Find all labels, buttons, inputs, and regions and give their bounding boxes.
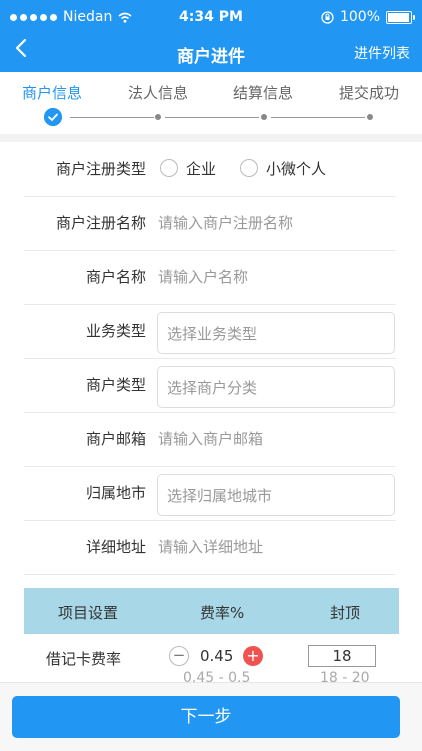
reg-name-row: 商户注册名称 请输入商户注册名称 <box>24 196 396 251</box>
address-label: 详细地址 <box>85 538 146 556</box>
rate-range: 0.45 - 0.5 <box>183 670 251 682</box>
battery-icon <box>386 10 415 24</box>
merchant-name-label: 商户名称 <box>85 268 146 286</box>
progress-dot <box>261 114 267 120</box>
address-row: 详细地址 请输入详细地址 <box>24 520 396 575</box>
radio-enterprise[interactable] <box>160 159 178 177</box>
business-type-label: 业务类型 <box>85 322 146 340</box>
email-label: 商户邮箱 <box>85 430 146 448</box>
footer-bar: 下一步 <box>0 682 422 751</box>
status-bar: Niedan 4:34 PM 100% <box>0 0 422 34</box>
city-select[interactable]: 选择归属地城市 <box>157 474 395 516</box>
navigation-bar: 商户进件 进件列表 <box>0 34 422 72</box>
tab-submit-success[interactable]: 提交成功 <box>339 82 399 103</box>
reg-type-row: 商户注册类型 企业 小微个人 <box>24 142 396 197</box>
table-row: 借记卡费率 − 0.45 + 0.45 - 0.5 18 18 - 20 <box>24 634 399 682</box>
reg-type-label: 商户注册类型 <box>55 160 146 178</box>
rotation-lock-icon <box>321 10 334 24</box>
next-step-button[interactable]: 下一步 <box>12 696 400 738</box>
progress-line <box>165 117 259 118</box>
cap-input[interactable]: 18 <box>308 645 376 667</box>
submission-list-link[interactable]: 进件列表 <box>354 43 410 63</box>
rate-table-header: 项目设置 费率% 封顶 <box>24 588 399 634</box>
merchant-type-placeholder: 选择商户分类 <box>167 379 258 397</box>
radio-micro-individual[interactable] <box>240 159 258 177</box>
reg-name-label: 商户注册名称 <box>55 214 146 232</box>
city-row: 归属地市 选择归属地城市 <box>24 466 396 521</box>
merchant-type-select[interactable]: 选择商户分类 <box>157 366 395 408</box>
progress-line <box>70 117 154 118</box>
progress-dot <box>155 114 161 120</box>
merchant-type-label: 商户类型 <box>85 376 146 394</box>
address-input[interactable]: 请输入详细地址 <box>158 536 263 557</box>
header-cap: 封顶 <box>330 604 361 622</box>
business-type-select[interactable]: 选择业务类型 <box>157 312 395 354</box>
merchant-name-input[interactable]: 请输入户名称 <box>158 266 248 287</box>
merchant-type-row: 商户类型 选择商户分类 <box>24 358 396 413</box>
merchant-name-row: 商户名称 请输入户名称 <box>24 250 396 305</box>
header-bar: Niedan 4:34 PM 100% 商户进件 进件列表 <box>0 0 422 72</box>
check-icon <box>44 108 62 126</box>
email-input[interactable]: 请输入商户邮箱 <box>158 428 263 449</box>
business-type-placeholder: 选择业务类型 <box>167 325 258 343</box>
rate-table: 项目设置 费率% 封顶 借记卡费率 − 0.45 + 0.45 - 0.5 18… <box>24 588 399 682</box>
row-item-label: 借记卡费率 <box>46 650 122 668</box>
radio-enterprise-label[interactable]: 企业 <box>186 158 216 179</box>
city-label: 归属地市 <box>85 484 146 502</box>
city-placeholder: 选择归属地城市 <box>167 487 273 505</box>
progress-dot <box>367 114 373 120</box>
reg-name-input[interactable]: 请输入商户注册名称 <box>158 212 293 233</box>
business-type-row: 业务类型 选择业务类型 <box>24 304 396 359</box>
progress-line <box>271 117 365 118</box>
tab-merchant-info[interactable]: 商户信息 <box>22 82 82 103</box>
status-right: 100% <box>321 9 415 25</box>
email-row: 商户邮箱 请输入商户邮箱 <box>24 412 396 467</box>
cap-range: 18 - 20 <box>320 670 370 682</box>
rate-increment-button[interactable]: + <box>243 646 263 666</box>
step-progress <box>0 108 422 128</box>
radio-micro-individual-label[interactable]: 小微个人 <box>266 158 326 179</box>
section-divider <box>0 134 422 142</box>
rate-value: 0.45 <box>200 647 234 665</box>
tab-settlement-info[interactable]: 结算信息 <box>233 82 293 103</box>
header-rate: 费率% <box>200 604 245 622</box>
battery-percent: 100% <box>339 9 380 25</box>
header-item: 项目设置 <box>58 604 119 622</box>
rate-decrement-button[interactable]: − <box>169 646 189 666</box>
tab-legal-person-info[interactable]: 法人信息 <box>128 82 188 103</box>
